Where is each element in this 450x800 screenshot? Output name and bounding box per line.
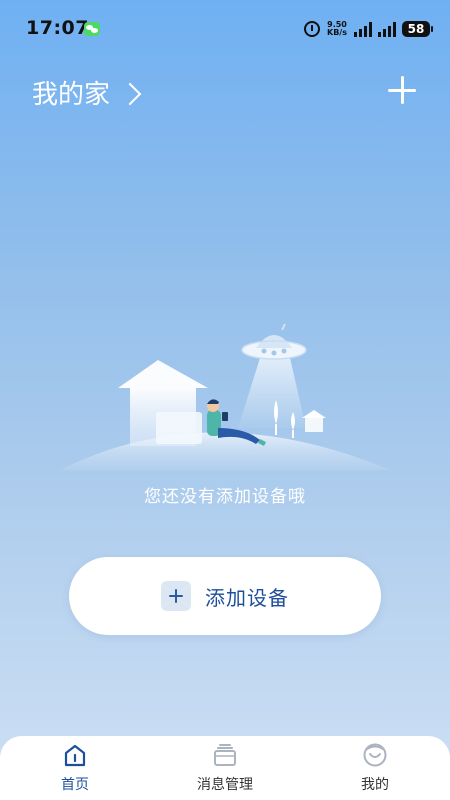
home-selector[interactable]: 我的家 (32, 74, 142, 111)
wechat-notification-icon (84, 22, 100, 36)
status-bar: 17:07 9.50 KB/s 58 (0, 0, 450, 56)
chevron-right-icon (118, 82, 142, 105)
network-speed-unit: KB/s (327, 28, 347, 37)
signal-icon (354, 21, 372, 37)
nav-item-home[interactable]: 首页 (0, 736, 150, 800)
status-time: 17:07 (26, 17, 89, 39)
bottom-nav: 首页 消息管理 我的 (0, 736, 450, 800)
home-icon (64, 744, 86, 767)
signal-icon-2 (378, 21, 396, 37)
plus-icon (161, 581, 191, 611)
battery-icon: 58 (402, 21, 433, 37)
add-device-label: 添加设备 (205, 585, 289, 610)
add-icon[interactable] (388, 76, 416, 104)
nav-label-profile: 我的 (361, 777, 389, 793)
network-speed: 9.50 KB/s (326, 21, 348, 37)
message-icon (214, 744, 236, 766)
nav-label-messages: 消息管理 (197, 777, 253, 793)
nav-item-messages[interactable]: 消息管理 (150, 736, 300, 800)
nav-label-home: 首页 (61, 777, 89, 793)
empty-state-illustration (60, 323, 390, 470)
alarm-icon (304, 21, 320, 37)
nav-item-profile[interactable]: 我的 (300, 736, 450, 800)
empty-state-message: 您还没有添加设备哦 (144, 487, 306, 507)
profile-icon (363, 743, 387, 767)
home-name: 我的家 (32, 80, 111, 110)
status-indicators: 9.50 KB/s 58 (304, 16, 433, 42)
add-device-button[interactable]: 添加设备 (69, 557, 381, 635)
